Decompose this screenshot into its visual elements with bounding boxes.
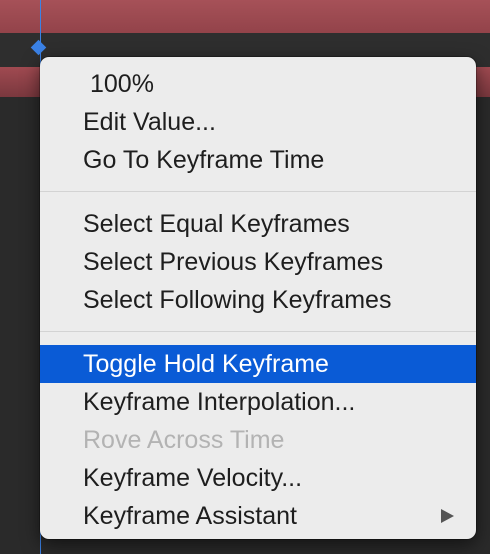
menu-item-keyframe-velocity[interactable]: Keyframe Velocity... (40, 459, 476, 497)
menu-item-select-equal-keyframes[interactable]: Select Equal Keyframes (40, 205, 476, 243)
menu-item-value[interactable]: 100% (40, 65, 476, 103)
menu-item-label: Keyframe Assistant (83, 502, 297, 530)
timeline-layer-bar-top (0, 0, 490, 34)
menu-item-select-following-keyframes[interactable]: Select Following Keyframes (40, 281, 476, 319)
menu-item-keyframe-assistant[interactable]: Keyframe Assistant (40, 497, 476, 535)
triangle-right-icon (441, 509, 454, 523)
menu-item-toggle-hold-keyframe[interactable]: Toggle Hold Keyframe (40, 345, 476, 383)
menu-item-rove-across-time: Rove Across Time (83, 426, 285, 454)
menu-item-edit-value[interactable]: Edit Value... (40, 103, 476, 141)
keyframe-context-menu: 100% Edit Value... Go To Keyframe Time S… (40, 57, 476, 539)
menu-item-go-to-keyframe-time[interactable]: Go To Keyframe Time (40, 141, 476, 179)
menu-item-keyframe-interpolation[interactable]: Keyframe Interpolation... (40, 383, 476, 421)
menu-separator (40, 191, 476, 192)
menu-separator (40, 331, 476, 332)
menu-item-select-previous-keyframes[interactable]: Select Previous Keyframes (40, 243, 476, 281)
